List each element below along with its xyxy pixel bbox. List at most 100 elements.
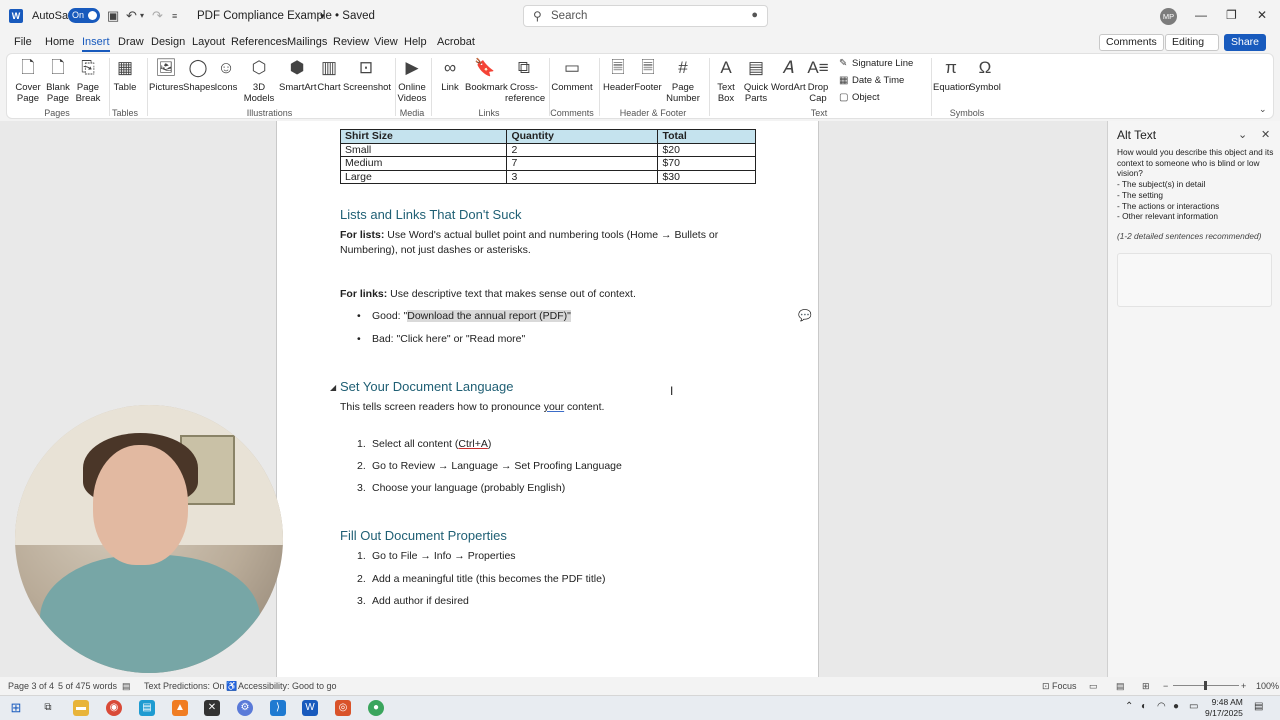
editing-button[interactable]: Editing (1165, 34, 1219, 51)
undo-icon[interactable]: ↶ (126, 8, 137, 24)
icons-button[interactable]: ☺ Icons (213, 57, 239, 93)
battery-icon[interactable]: ▭ (1189, 701, 1198, 712)
drop-cap-button[interactable]: A≡ Drop Cap (805, 57, 831, 104)
screenshot-button[interactable]: ⊡ Screenshot (343, 57, 391, 93)
autosave-toggle[interactable]: On (68, 8, 100, 23)
list-item-step[interactable]: 3. Choose your language (probably English… (357, 482, 565, 494)
proofing-icon[interactable]: ▤ (122, 681, 131, 692)
notifications-icon[interactable]: ▤ (1254, 701, 1263, 712)
comments-button[interactable]: Comments (1099, 34, 1164, 51)
table-cell[interactable]: 3 (506, 169, 659, 184)
tab-layout[interactable]: Layout (192, 36, 225, 48)
zoom-in-icon[interactable]: + (1241, 681, 1246, 691)
link-button[interactable]: ∞ Link (435, 57, 465, 93)
3d-models-button[interactable]: ⬡ 3D Models (239, 57, 279, 104)
pane-close-icon[interactable]: ✕ (1261, 128, 1270, 141)
share-button[interactable]: Share (1224, 34, 1267, 51)
page-break-button[interactable]: ⎘ Page Break (73, 57, 103, 104)
taskbar-clock[interactable]: 9:48 AM 9/17/2025 (1205, 697, 1243, 719)
zoom-out-icon[interactable]: − (1163, 681, 1168, 691)
alt-text-input[interactable] (1117, 253, 1272, 307)
undo-dropdown-icon[interactable]: ▾ (140, 8, 144, 24)
collapse-ribbon-icon[interactable]: ⌄ (1259, 104, 1267, 115)
tab-help[interactable]: Help (404, 36, 427, 48)
task-view-icon[interactable]: ⧉ (40, 700, 56, 716)
word-count[interactable]: 5 of 475 words (58, 681, 117, 691)
app-icon[interactable]: ✕ (204, 700, 220, 716)
list-item-good[interactable]: • Good: "Download the annual report (PDF)… (357, 310, 571, 322)
symbol-button[interactable]: Ω Symbol (969, 57, 1001, 93)
customize-qat-icon[interactable]: ≡ (172, 8, 177, 24)
save-icon[interactable]: ▣ (107, 8, 119, 24)
shirt-table[interactable]: Shirt Size Quantity Total Small 2 $20 Me… (339, 129, 756, 184)
chart-button[interactable]: ▥ Chart (315, 57, 343, 93)
object-button[interactable]: ▢ Object (839, 92, 879, 103)
start-icon[interactable]: ⊞ (8, 700, 24, 716)
search-box[interactable]: ⚲ Search ● (523, 5, 768, 27)
tab-design[interactable]: Design (151, 36, 185, 48)
date-time-button[interactable]: ▦ Date & Time (839, 75, 904, 86)
accessibility-status[interactable]: Accessibility: Good to go (238, 681, 337, 691)
table-cell[interactable]: Medium (339, 156, 508, 171)
tab-review[interactable]: Review (333, 36, 369, 48)
close-icon[interactable]: ✕ (1257, 8, 1267, 22)
table-button[interactable]: ▦ Table (111, 57, 139, 93)
smartart-button[interactable]: ⬢ SmartArt (279, 57, 316, 93)
tab-draw[interactable]: Draw (118, 36, 144, 48)
settings-icon[interactable]: ⚙ (237, 700, 253, 716)
table-header-cell[interactable]: Total (657, 129, 756, 144)
header-button[interactable]: 🗏 Header (603, 57, 634, 93)
cover-page-button[interactable]: 🗋 Cover Page (13, 57, 43, 104)
tab-mailings[interactable]: Mailings (287, 36, 327, 48)
tray-chevron-icon[interactable]: ⌃ (1125, 701, 1133, 712)
app-icon[interactable]: ▤ (139, 700, 155, 716)
comment-marker-icon[interactable]: 💬 (798, 309, 812, 322)
tab-insert[interactable]: Insert (82, 36, 110, 52)
page-count[interactable]: Page 3 of 4 (8, 681, 54, 691)
microphone-tray-icon[interactable]: ● (1173, 701, 1179, 712)
collapse-heading-icon[interactable]: ◢ (330, 383, 336, 392)
tab-references[interactable]: References (231, 36, 287, 48)
microphone-icon[interactable]: ● (751, 9, 758, 21)
heading-language[interactable]: Set Your Document Language (340, 379, 513, 394)
comment-button[interactable]: ▭ Comment (551, 57, 593, 93)
table-cell[interactable]: $70 (657, 156, 756, 171)
bookmark-button[interactable]: 🔖 Bookmark (465, 57, 508, 93)
read-mode-icon[interactable]: ▭ (1089, 681, 1098, 692)
minimize-icon[interactable]: — (1195, 8, 1207, 22)
table-cell[interactable]: $30 (657, 169, 756, 184)
shapes-button[interactable]: ◯ Shapes (183, 57, 215, 93)
table-header-cell[interactable]: Shirt Size (339, 129, 508, 144)
table-cell[interactable]: Small (339, 142, 508, 157)
tab-view[interactable]: View (374, 36, 398, 48)
tray-app-icon[interactable]: ◐ (1141, 701, 1147, 712)
avatar[interactable]: MP (1160, 8, 1177, 25)
app-icon[interactable]: ● (368, 700, 384, 716)
signature-line-button[interactable]: ✎ Signature Line (839, 58, 913, 69)
wordart-button[interactable]: 𝐴 WordArt (771, 57, 806, 93)
table-header-cell[interactable]: Quantity (506, 129, 659, 144)
table-cell[interactable]: Large (339, 169, 508, 184)
document-page[interactable]: Shirt Size Quantity Total Small 2 $20 Me… (276, 121, 819, 677)
word-taskbar-icon[interactable]: W (302, 700, 318, 716)
heading-properties[interactable]: Fill Out Document Properties (340, 528, 507, 543)
footer-button[interactable]: 🗏 Footer (633, 57, 663, 93)
maximize-icon[interactable]: ❐ (1226, 8, 1237, 22)
title-chevron-icon[interactable]: ▾ (320, 11, 325, 22)
zoom-app-icon[interactable]: ◎ (335, 700, 351, 716)
paragraph-links[interactable]: For links: Use descriptive text that mak… (340, 287, 740, 302)
chrome-icon[interactable]: ◉ (106, 700, 122, 716)
selected-link-text[interactable]: Download the annual report (PDF)" (407, 310, 571, 322)
tab-home[interactable]: Home (45, 36, 74, 48)
list-item-step[interactable]: 2. Go to Review → Language → Set Proofing… (357, 460, 622, 472)
pane-options-chevron-icon[interactable]: ⌄ (1238, 128, 1247, 141)
zoom-slider-thumb[interactable] (1204, 681, 1207, 690)
tab-file[interactable]: File (14, 36, 32, 48)
paragraph-language[interactable]: This tells screen readers how to pronoun… (340, 400, 740, 415)
table-cell[interactable]: 7 (506, 156, 659, 171)
list-item-step[interactable]: 1. Select all content (Ctrl+A) (357, 438, 491, 450)
cross-reference-button[interactable]: ⧉ Cross-reference (505, 57, 545, 104)
vscode-icon[interactable]: ⟩ (270, 700, 286, 716)
app-icon[interactable]: ▲ (172, 700, 188, 716)
table-cell[interactable]: $20 (657, 142, 756, 157)
